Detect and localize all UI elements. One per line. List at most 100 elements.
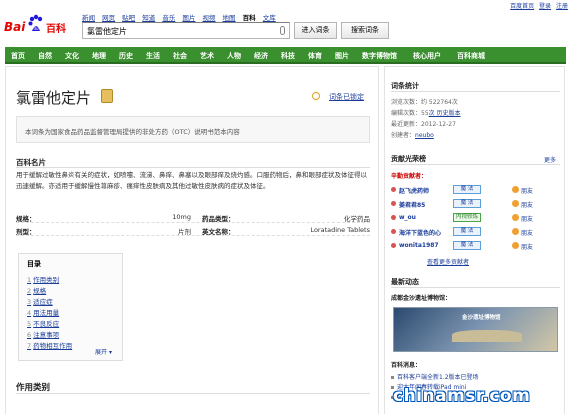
- nav-video[interactable]: 视频: [202, 14, 215, 22]
- add-friend-link[interactable]: 朋友: [521, 214, 533, 223]
- enter-entry-button[interactable]: 进入词条: [294, 22, 337, 39]
- toc-item[interactable]: 5 不良反应: [27, 318, 59, 328]
- toc-item[interactable]: 2 规格: [27, 285, 46, 295]
- add-friend-link[interactable]: 朋友: [521, 228, 533, 237]
- search-entry-button[interactable]: 搜索词条: [341, 22, 389, 39]
- creator-link[interactable]: neubo: [415, 132, 434, 139]
- toc-item[interactable]: 7 药物相互作用: [27, 340, 72, 350]
- baidu-baike-logo[interactable]: Bai du 百科: [4, 12, 74, 38]
- stat-edits: 编辑次数：55次 历史版本: [391, 110, 461, 117]
- nav-music[interactable]: 音乐: [162, 14, 175, 22]
- navbar-shop[interactable]: 百科商城: [457, 51, 485, 61]
- navbar-nature[interactable]: 自然: [38, 51, 52, 61]
- lock-icon: [312, 92, 320, 100]
- news-item[interactable]: 百科客户端全新1.2版本已登场: [391, 372, 479, 381]
- stat-updated: 最近更新：2012-12-27: [391, 121, 456, 128]
- table-of-contents: 目录 1 作用类别 2 规格 3 适应症 4 用法用量 5 不良反应 6 注意事项 7 药物相…: [18, 253, 123, 361]
- stat-creator: 创建者：neubo: [391, 132, 434, 139]
- logo-du: du: [33, 26, 39, 31]
- friend-icon: [512, 200, 519, 207]
- divider: [391, 164, 560, 165]
- history-link[interactable]: 次 历史版本: [429, 110, 461, 117]
- nav-zhidao[interactable]: 知道: [142, 14, 155, 22]
- nav-tieba[interactable]: 贴吧: [122, 14, 135, 22]
- search-input[interactable]: 氯雷他定片: [82, 22, 290, 39]
- navbar-pictures[interactable]: 图片: [335, 51, 349, 61]
- divider: [391, 91, 560, 92]
- add-friend-link[interactable]: 朋友: [521, 242, 533, 251]
- top-link-login[interactable]: 登录: [539, 3, 551, 10]
- toc-item[interactable]: 4 用法用量: [27, 307, 59, 317]
- nav-wenku[interactable]: 文库: [263, 14, 276, 22]
- top-link-home[interactable]: 百度首页: [510, 3, 534, 10]
- contributor-name[interactable]: w_ou: [399, 214, 416, 221]
- museum-image: [452, 330, 522, 342]
- category-navbar: 首页 自然 文化 地理 历史 生活 社会 艺术 人物 经济 科技 体育 图片 数…: [5, 47, 566, 64]
- info-box: 规格： 10mg 药品类型： 化学药品 剂型： 片剂 英文名称： Loratad…: [16, 213, 370, 237]
- toc-item[interactable]: 1 作用类别: [27, 274, 59, 284]
- navbar-life[interactable]: 生活: [146, 51, 160, 61]
- add-friend-link[interactable]: 朋友: [521, 200, 533, 209]
- nav-images[interactable]: 图片: [182, 14, 195, 22]
- contributor-badge: 魔 法: [453, 185, 481, 194]
- contributor-row: w_ou 内视修炼 朋友: [391, 213, 560, 223]
- contributor-name[interactable]: 海洋下蓝色的心: [399, 228, 441, 237]
- contributor-row: 赵飞虎药师 魔 法 朋友: [391, 185, 560, 195]
- watermark: chinamsr.com: [393, 386, 531, 406]
- navbar-core-users[interactable]: 核心用户: [413, 51, 441, 61]
- navbar-people[interactable]: 人物: [227, 51, 241, 61]
- contributor-name[interactable]: wonita1987: [399, 242, 439, 249]
- user-icon: [391, 243, 396, 248]
- friend-icon: [512, 214, 519, 221]
- friend-icon: [512, 228, 519, 235]
- nav-web[interactable]: 网页: [102, 14, 115, 22]
- contributor-row: 姜君君85 魔 法 朋友: [391, 199, 560, 209]
- navbar-home[interactable]: 首页: [11, 51, 25, 61]
- logo-baike: 百科: [46, 24, 66, 35]
- chevron-down-icon: ▾: [108, 349, 112, 356]
- article-main: 氯雷他定片 词条已锁定 本词条为国家食品药品监督管理局提供的非处方药（OTC）说…: [5, 66, 379, 414]
- nav-news[interactable]: 新闻: [82, 14, 95, 22]
- navbar-sports[interactable]: 体育: [308, 51, 322, 61]
- friend-icon: [512, 186, 519, 193]
- contributor-row: wonita1987 魔 法 朋友: [391, 241, 560, 251]
- contrib-subheading: 辛勤贡献者：: [391, 173, 428, 180]
- toc-item[interactable]: 3 适应症: [27, 296, 53, 306]
- divider: [16, 393, 370, 394]
- sidebar: 词条统计 浏览次数：约 522764次 编辑次数：55次 历史版本 最近更新：2…: [384, 66, 565, 414]
- navbar-geography[interactable]: 地理: [92, 51, 106, 61]
- divider: [391, 287, 560, 288]
- navbar-digital-museum[interactable]: 数字博物馆: [362, 51, 397, 61]
- nav-map[interactable]: 地图: [223, 14, 236, 22]
- user-icon: [391, 187, 396, 192]
- microphone-icon[interactable]: [280, 26, 285, 35]
- logo-bai: Bai: [4, 20, 26, 34]
- add-friend-link[interactable]: 朋友: [521, 186, 533, 195]
- navbar-history[interactable]: 历史: [119, 51, 133, 61]
- contributor-badge: 魔 法: [453, 241, 481, 250]
- user-icon: [391, 201, 396, 206]
- museum-banner[interactable]: 金沙遗址博物馆: [393, 307, 558, 352]
- section-heading: 作用类别: [16, 383, 51, 393]
- navbar-tech[interactable]: 科技: [281, 51, 295, 61]
- entry-locked-link[interactable]: 词条已锁定: [329, 92, 364, 102]
- search-channel-nav: 新闻 网页 贴吧 知道 音乐 图片 视频 地图 百科 文库: [82, 12, 281, 22]
- top-link-register[interactable]: 注册: [556, 3, 568, 10]
- contributor-badge: 魔 法: [453, 227, 481, 236]
- toc-item[interactable]: 6 注意事项: [27, 329, 59, 339]
- contributor-name[interactable]: 赵飞虎药师: [399, 186, 429, 195]
- paw-icon: du: [28, 14, 43, 31]
- contributor-badge: 魔 法: [453, 199, 481, 208]
- search-input-value: 氯雷他定片: [87, 27, 127, 36]
- info-divider: [16, 222, 370, 223]
- otc-icon: [101, 89, 113, 103]
- english-name-value: Loratadine Tablets: [310, 226, 370, 234]
- navbar-culture[interactable]: 文化: [65, 51, 79, 61]
- contributor-name[interactable]: 姜君君85: [399, 200, 425, 209]
- toc-expand-button[interactable]: 展开 ▾: [95, 347, 112, 356]
- navbar-economy[interactable]: 经济: [254, 51, 268, 61]
- contrib-more-link[interactable]: 更多: [544, 155, 556, 164]
- navbar-art[interactable]: 艺术: [200, 51, 214, 61]
- navbar-society[interactable]: 社会: [173, 51, 187, 61]
- view-more-contributors-link[interactable]: 查看更多贡献者: [427, 257, 469, 266]
